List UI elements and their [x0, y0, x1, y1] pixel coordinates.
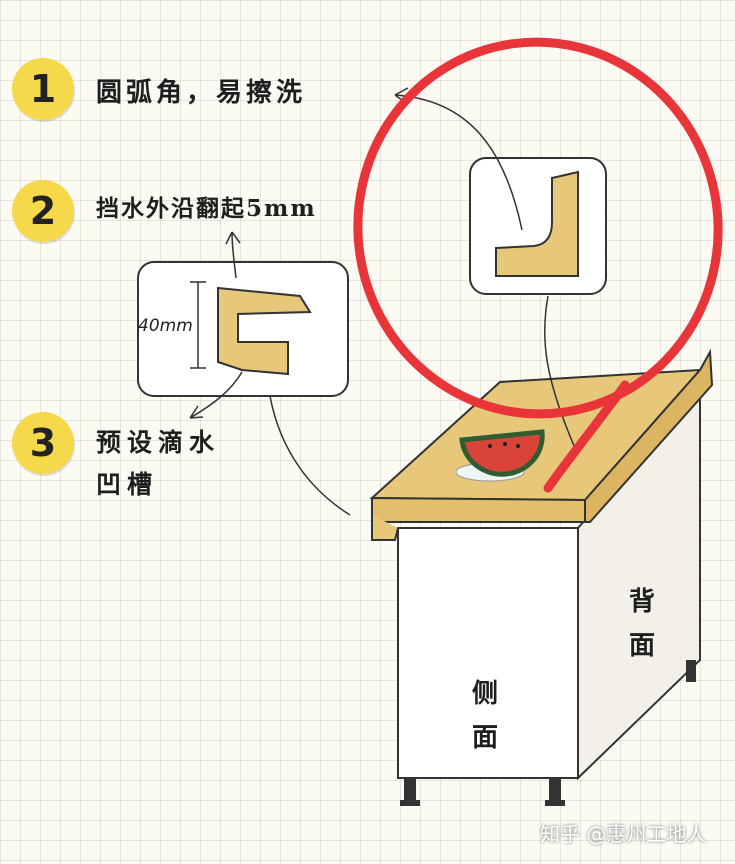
callout-number-2: 2 — [12, 180, 74, 242]
cabinet-side-label: 侧 面 — [471, 679, 498, 753]
callout-number-3: 3 — [12, 412, 74, 474]
callout-text-drip-groove: 预设滴水 凹槽 — [96, 428, 221, 499]
watermelon-seed — [503, 442, 507, 446]
callout-text-rounded-corner: 圆弧角，易擦洗 — [96, 78, 307, 108]
dimension-label: 40mm — [138, 316, 193, 336]
cabinet-leg — [545, 800, 565, 806]
cabinet-back-label: 背 面 — [628, 587, 655, 661]
watermark: 知乎 @惠州工地人 — [540, 822, 707, 846]
cabinet-leg — [686, 660, 696, 682]
cabinet-leg — [549, 778, 561, 800]
watermelon-seed — [516, 444, 520, 448]
cabinet-leg — [404, 778, 416, 800]
leader-line — [269, 395, 351, 516]
cabinet-leg — [400, 800, 420, 806]
callout-text-raised-edge: 挡水外沿翻起5mm — [96, 195, 317, 222]
watermelon-seed — [488, 444, 492, 448]
callout-number-1: 1 — [12, 58, 74, 120]
